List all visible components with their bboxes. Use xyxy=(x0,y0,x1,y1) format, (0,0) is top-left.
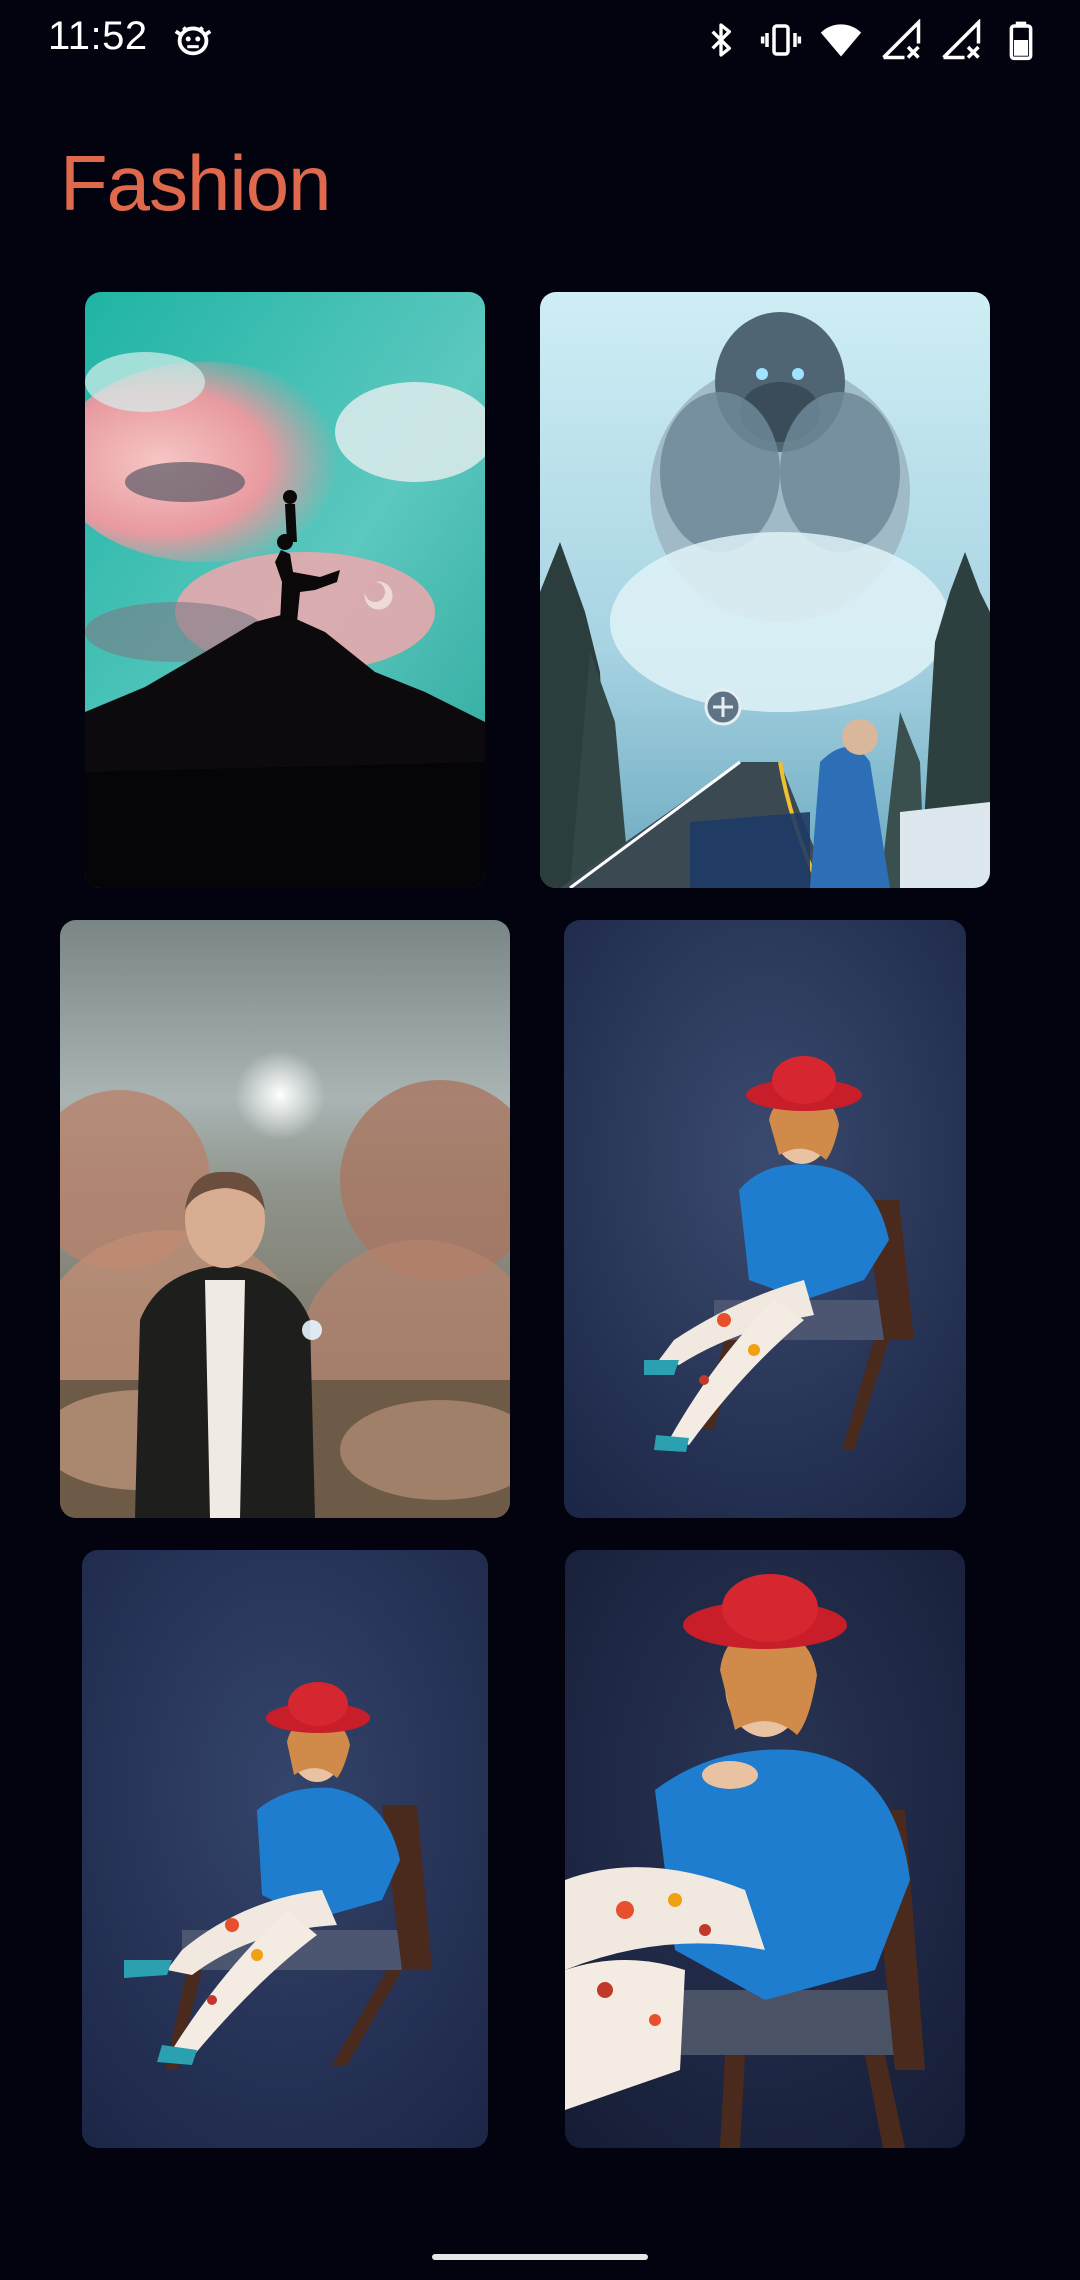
gallery-item-woman-red-hat-3[interactable] xyxy=(565,1550,965,2148)
signal-no-data-icon xyxy=(878,17,924,63)
status-time: 11:52 xyxy=(48,14,148,58)
bluetooth-icon xyxy=(698,17,744,63)
vibrate-icon xyxy=(758,17,804,63)
gallery-item-woman-red-hat[interactable] xyxy=(564,920,966,1518)
couple-silhouette-image xyxy=(85,292,485,888)
battery-icon xyxy=(998,17,1044,63)
status-bar: 11:52 xyxy=(0,0,1080,80)
woman-red-hat-2-image xyxy=(82,1550,488,2148)
gallery-item-woman-red-hat-2[interactable] xyxy=(82,1550,488,2148)
status-icons xyxy=(698,16,1044,64)
signal-no-data-icon xyxy=(938,17,984,63)
gallery-item-gorilla-fog[interactable] xyxy=(540,292,990,888)
gorilla-fog-image xyxy=(540,292,990,888)
woman-red-hat-3-image xyxy=(565,1550,965,2148)
gallery-item-man-autumn-forest[interactable] xyxy=(60,920,510,1518)
man-autumn-forest-image xyxy=(60,920,510,1518)
woman-red-hat-image xyxy=(564,920,966,1518)
gesture-nav-handle[interactable] xyxy=(432,2254,648,2260)
wifi-icon xyxy=(818,17,864,63)
gallery-item-couple-silhouette[interactable] xyxy=(85,292,485,888)
page-title: Fashion xyxy=(60,139,331,227)
debug-bug-icon xyxy=(170,16,216,62)
